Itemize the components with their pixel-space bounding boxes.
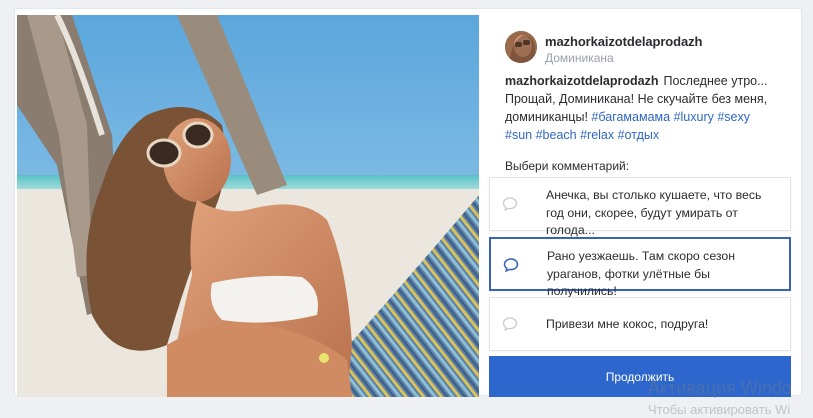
post-photo <box>17 15 479 397</box>
avatar[interactable] <box>505 31 537 63</box>
hashtag[interactable]: #relax <box>580 128 614 142</box>
hashtag[interactable]: #багамамама <box>591 110 670 124</box>
comment-option-text: Анечка, вы столько кушаете, что весь год… <box>546 188 762 237</box>
comment-option-text: Рано уезжаешь. Там скоро сезон ураганов,… <box>547 249 736 298</box>
hashtag[interactable]: #отдых <box>618 128 659 142</box>
hashtag[interactable]: #sun <box>505 128 532 142</box>
speech-bubble-icon <box>502 317 518 332</box>
post-panel: mazhorkaizotdelaprodazh Доминикана mazho… <box>489 9 803 397</box>
comment-option-1[interactable]: Анечка, вы столько кушаете, что весь год… <box>489 177 791 237</box>
author-location[interactable]: Доминикана <box>545 51 614 65</box>
windows-activation-hint: Чтобы активировать Wi <box>648 402 791 417</box>
comment-option-text: Привези мне кокос, подруга! <box>546 317 709 331</box>
post-card: mazhorkaizotdelaprodazh Доминикана mazho… <box>14 8 803 397</box>
choose-comment-label: Выбери комментарий: <box>505 159 630 173</box>
author-name[interactable]: mazhorkaizotdelaprodazh <box>545 34 702 49</box>
comment-option-2[interactable]: Рано уезжаешь. Там скоро сезон ураганов,… <box>489 237 791 298</box>
post-caption: mazhorkaizotdelaprodazh Последнее утро...… <box>505 72 780 144</box>
hashtag[interactable]: #luxury <box>674 110 714 124</box>
caption-username[interactable]: mazhorkaizotdelaprodazh <box>505 74 659 88</box>
speech-bubble-icon <box>503 258 519 273</box>
hashtag[interactable]: #beach <box>536 128 577 142</box>
windows-activation-watermark: Активация Windo <box>648 378 792 398</box>
speech-bubble-icon <box>502 197 518 212</box>
hashtag[interactable]: #sexy <box>717 110 750 124</box>
comment-option-3[interactable]: Привези мне кокос, подруга! <box>489 297 791 351</box>
